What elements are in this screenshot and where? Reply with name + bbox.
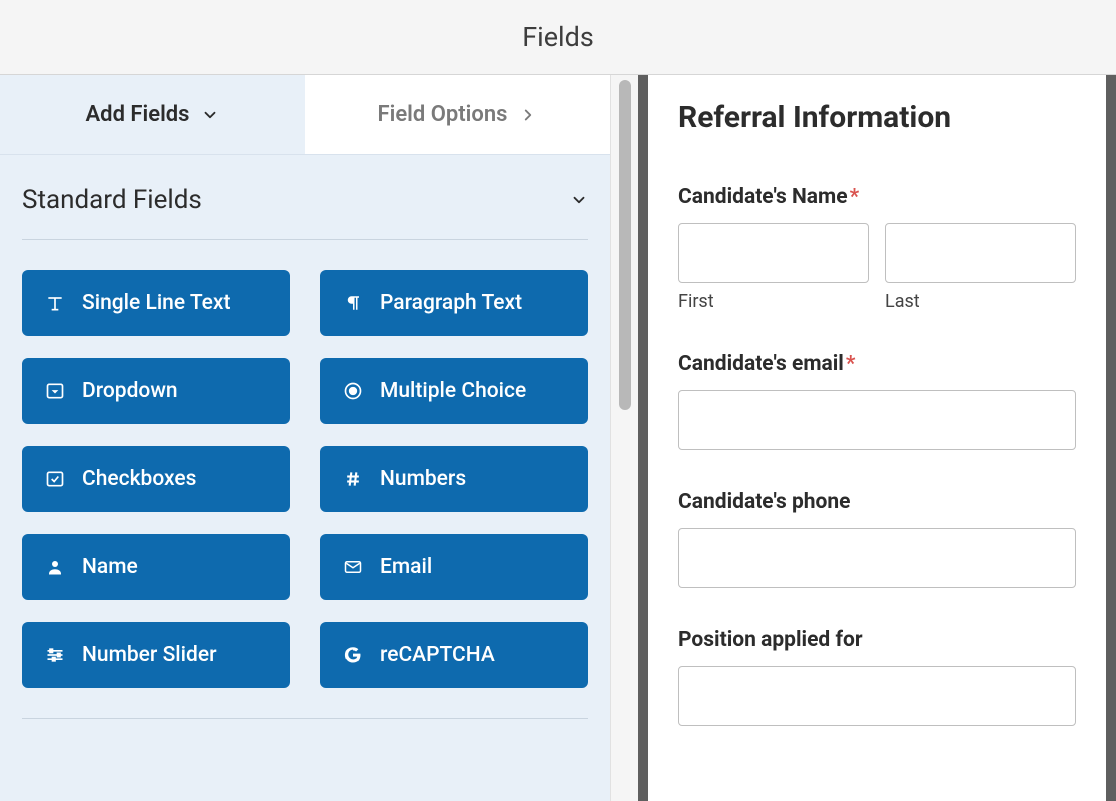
first-name-sublabel: First	[678, 291, 869, 312]
google-icon	[342, 644, 364, 666]
field-number-slider[interactable]: Number Slider	[22, 622, 290, 688]
name-row: First Last	[678, 223, 1076, 312]
scrollbar-track[interactable]	[610, 75, 638, 801]
tab-add-fields[interactable]: Add Fields	[0, 75, 305, 154]
field-dropdown[interactable]: Dropdown	[22, 358, 290, 424]
required-indicator: *	[850, 185, 860, 209]
field-label: Multiple Choice	[380, 379, 526, 403]
section-header[interactable]: Standard Fields	[22, 185, 588, 240]
field-label: Dropdown	[82, 379, 178, 403]
standard-fields-section: Standard Fields Single Line Text	[0, 155, 610, 729]
form-field-candidate-name[interactable]: Candidate's Name* First Last	[678, 185, 1076, 312]
label-position: Position applied for	[678, 628, 1076, 652]
form-field-position[interactable]: Position applied for	[678, 628, 1076, 726]
last-name-sublabel: Last	[885, 291, 1076, 312]
dropdown-icon	[44, 380, 66, 402]
checkbox-icon	[44, 468, 66, 490]
field-email[interactable]: Email	[320, 534, 588, 600]
form-preview: Referral Information Candidate's Name* F…	[648, 75, 1116, 801]
field-name[interactable]: Name	[22, 534, 290, 600]
text-cursor-icon	[44, 292, 66, 314]
field-checkboxes[interactable]: Checkboxes	[22, 446, 290, 512]
tab-add-fields-label: Add Fields	[86, 102, 190, 127]
field-label: Number Slider	[82, 643, 217, 667]
panel-tabs: Add Fields Field Options	[0, 75, 610, 155]
field-label: Paragraph Text	[380, 291, 522, 315]
candidate-phone-input[interactable]	[678, 528, 1076, 588]
field-recaptcha[interactable]: reCAPTCHA	[320, 622, 588, 688]
chevron-down-icon	[201, 106, 219, 124]
scrollbar-thumb[interactable]	[619, 80, 631, 410]
last-name-input[interactable]	[885, 223, 1076, 283]
page-title: Fields	[522, 21, 594, 53]
required-indicator: *	[846, 352, 856, 376]
paragraph-icon	[342, 292, 364, 314]
field-label: Checkboxes	[82, 467, 196, 491]
main-layout: Add Fields Field Options Standard Fields	[0, 75, 1116, 801]
radio-icon	[342, 380, 364, 402]
field-label: Name	[82, 555, 138, 579]
page-header: Fields	[0, 0, 1116, 75]
field-label: Single Line Text	[82, 291, 230, 315]
label-candidate-name: Candidate's Name*	[678, 185, 1076, 209]
vertical-divider	[638, 75, 648, 801]
form-title: Referral Information	[678, 100, 1076, 135]
form-field-candidate-email[interactable]: Candidate's email*	[678, 352, 1076, 450]
envelope-icon	[342, 556, 364, 578]
field-multiple-choice[interactable]: Multiple Choice	[320, 358, 588, 424]
person-icon	[44, 556, 66, 578]
field-label: Numbers	[380, 467, 466, 491]
field-grid: Single Line Text Paragraph Text Dropdown	[22, 240, 588, 719]
sliders-icon	[44, 644, 66, 666]
label-candidate-phone: Candidate's phone	[678, 490, 1076, 514]
field-label: Email	[380, 555, 432, 579]
position-input[interactable]	[678, 666, 1076, 726]
chevron-right-icon	[519, 106, 537, 124]
field-label: reCAPTCHA	[380, 643, 495, 667]
field-single-line-text[interactable]: Single Line Text	[22, 270, 290, 336]
hash-icon	[342, 468, 364, 490]
section-title: Standard Fields	[22, 185, 202, 215]
form-field-candidate-phone[interactable]: Candidate's phone	[678, 490, 1076, 588]
left-panel: Add Fields Field Options Standard Fields	[0, 75, 610, 801]
tab-field-options[interactable]: Field Options	[305, 75, 610, 154]
left-panel-wrap: Add Fields Field Options Standard Fields	[0, 75, 638, 801]
chevron-down-icon	[570, 191, 588, 209]
tab-field-options-label: Field Options	[378, 102, 508, 127]
candidate-email-input[interactable]	[678, 390, 1076, 450]
field-paragraph-text[interactable]: Paragraph Text	[320, 270, 588, 336]
label-candidate-email: Candidate's email*	[678, 352, 1076, 376]
first-name-input[interactable]	[678, 223, 869, 283]
field-numbers[interactable]: Numbers	[320, 446, 588, 512]
